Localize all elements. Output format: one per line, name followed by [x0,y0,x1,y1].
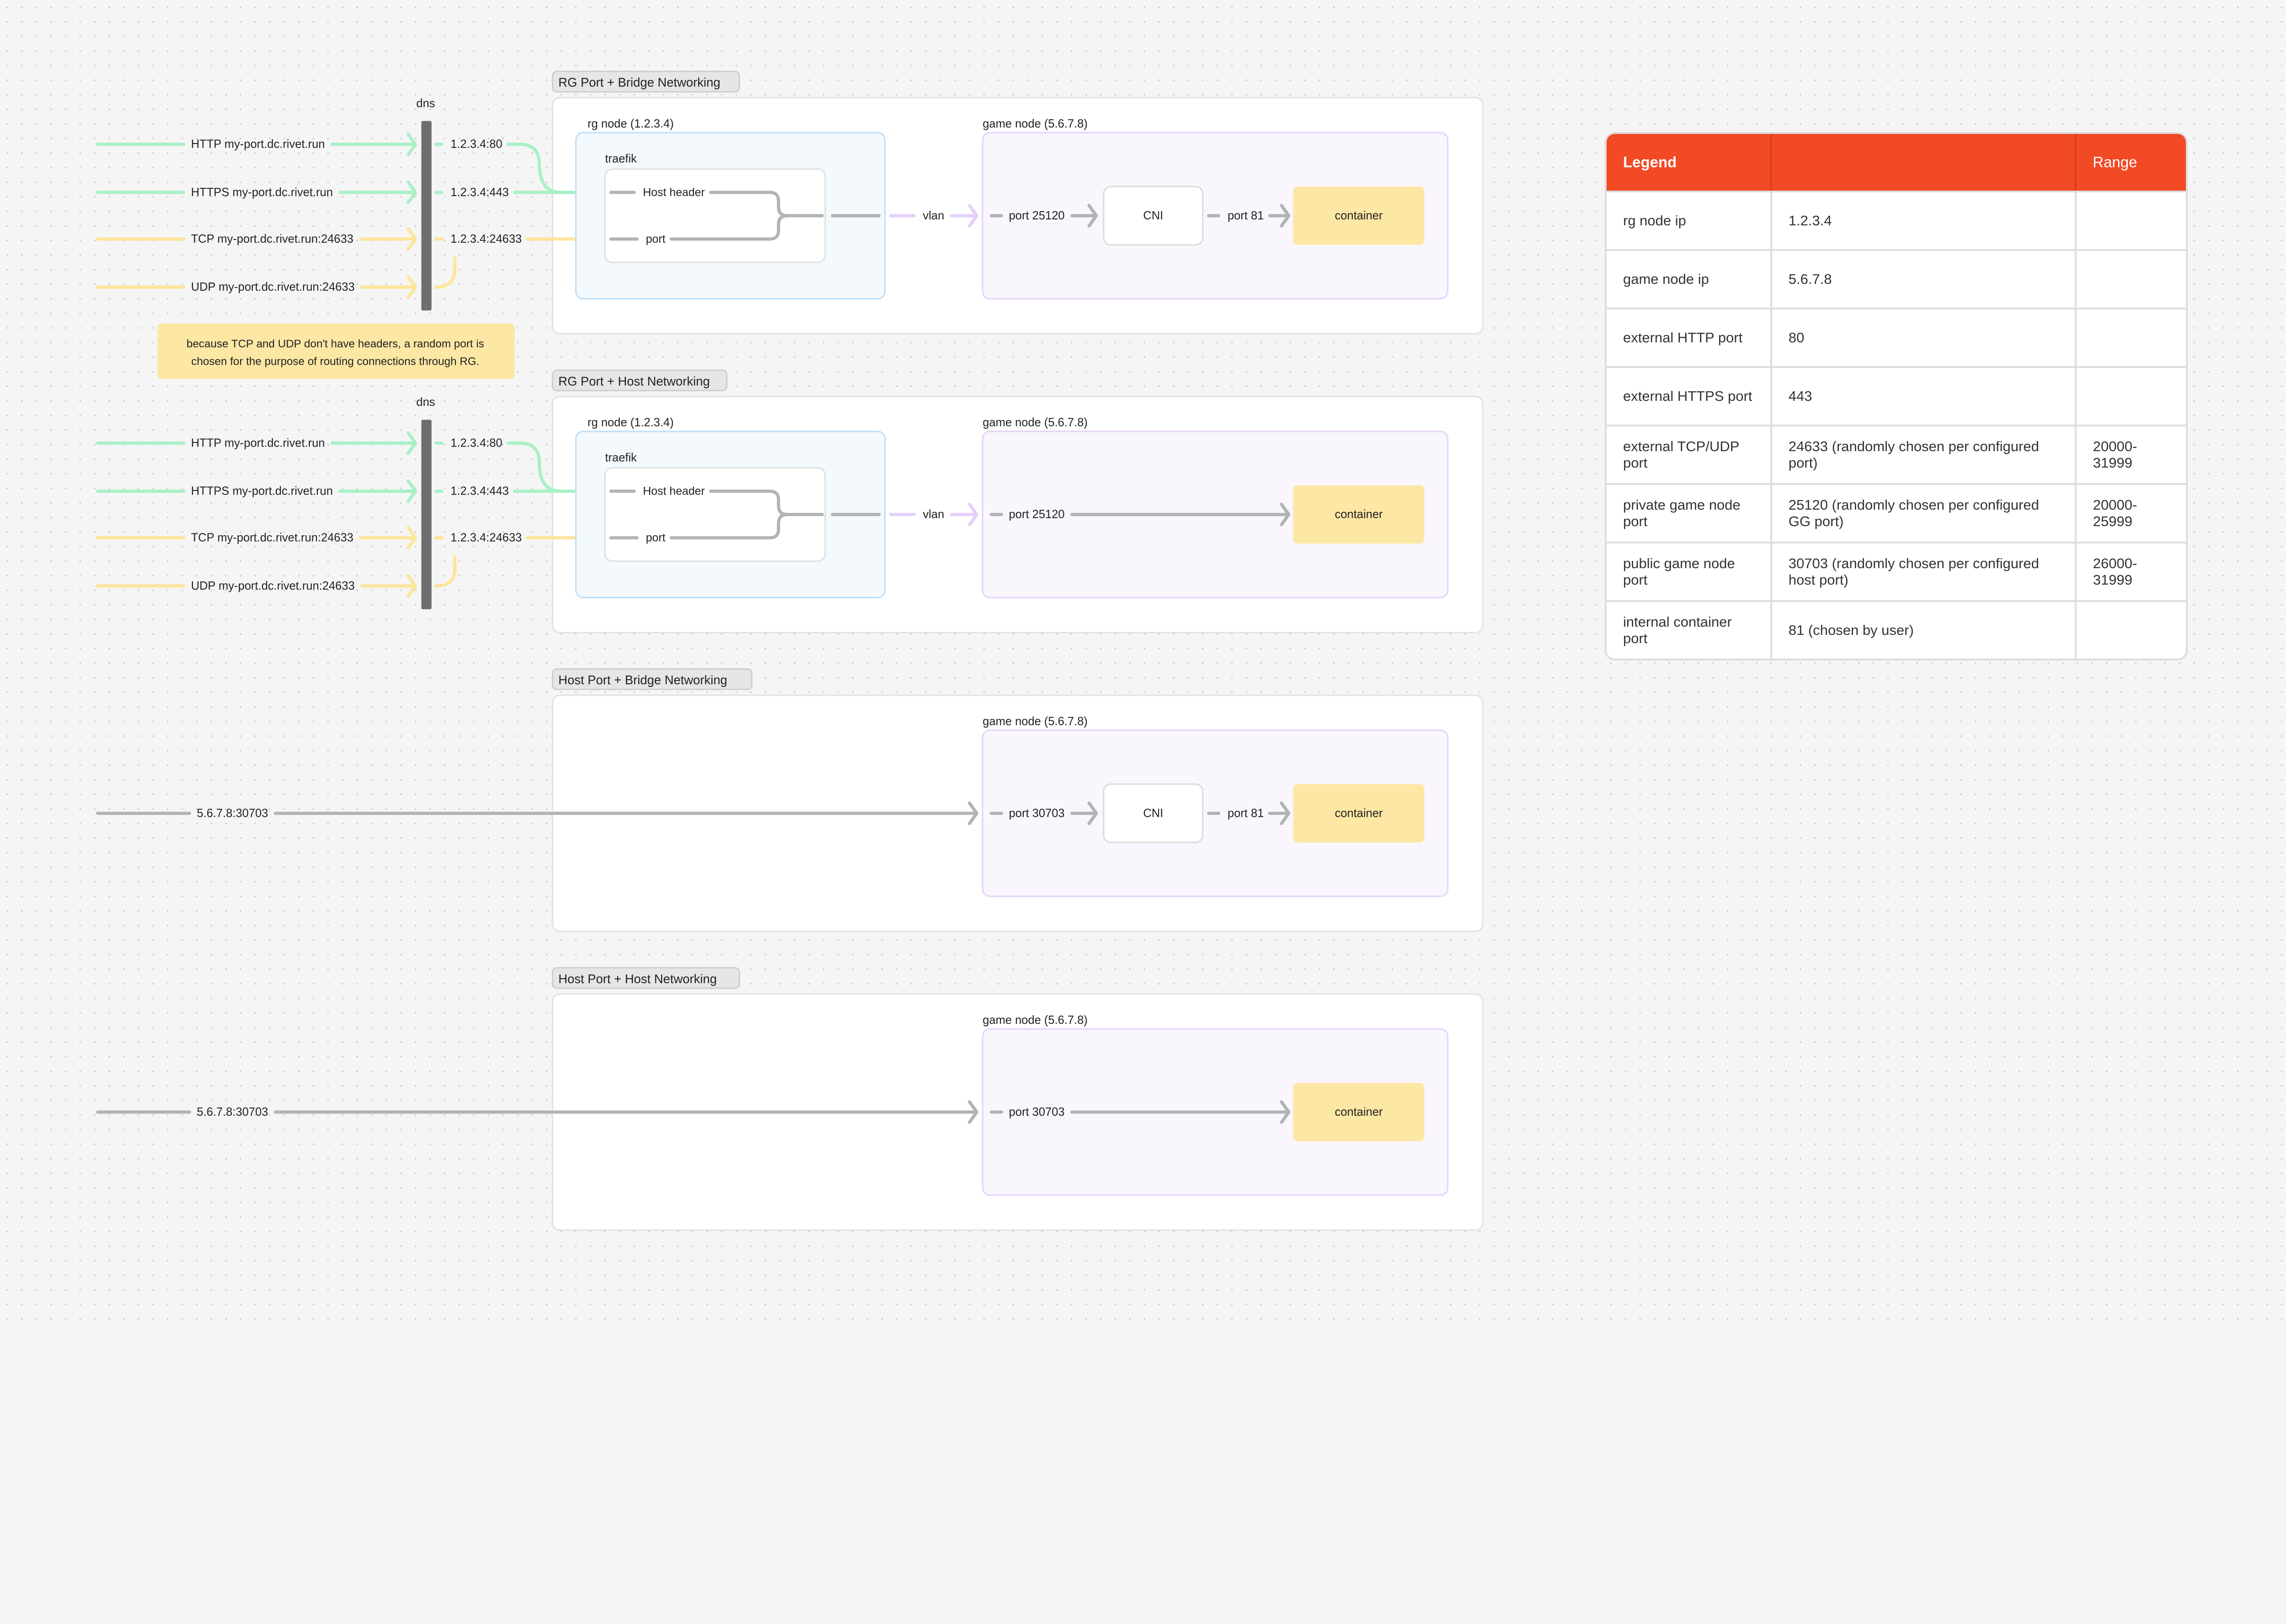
note-text: chosen for the purpose of routing connec… [191,355,479,367]
cni-label: CNI [1143,209,1163,222]
legend-cell: public game node port [1607,542,1772,601]
legend-cell: internal container port [1607,600,1772,659]
dns-label: dns [417,396,435,409]
note-text: because TCP and UDP don't have headers, … [187,338,484,350]
legend-cell: 30703 (randomly chosen per configured ho… [1771,542,2077,601]
legend-cell: 20000-31999 [2075,425,2186,484]
section-title: Host Port + Host Networking [558,972,717,986]
container-label: container [1335,508,1383,521]
node-port-label: port 30703 [1009,807,1065,820]
legend-cell [2075,191,2186,250]
legend-cell [2075,249,2186,309]
legend-row: game node ip 5.6.7.8 [1607,249,2186,309]
ip-label: 1.2.3.4:24633 [450,233,522,245]
legend-header-0: Legend [1607,134,1772,192]
legend-row: rg node ip 1.2.3.4 [1607,191,2186,250]
legend-cell: private game node port [1607,483,1772,543]
legend-row: private game node port 25120 (randomly ch… [1607,483,2186,543]
legend-cell: 25120 (randomly chosen per configured GG… [1771,483,2077,543]
container-label: container [1335,807,1383,820]
game-node-label: game node (5.6.7.8) [983,1014,1088,1027]
ip-label: 1.2.3.4:24633 [450,532,522,544]
legend-body: rg node ip 1.2.3.4 game node ip 5.6.7.8 exte… [1607,191,2186,659]
game-node-label: game node (5.6.7.8) [983,416,1088,429]
host-header-label: Host header [643,485,705,498]
container-label: container [1335,209,1383,222]
legend-row: internal container port 81 (chosen by use… [1607,600,2186,659]
legend-header-row: Legend Range [1607,134,2186,192]
legend-row: external TCP/UDP port 24633 (randomly cho… [1607,425,2186,484]
legend-cell: rg node ip [1607,191,1772,250]
traefik-label: traefik [605,153,637,165]
container-port-label: port 81 [1228,209,1264,222]
ip-label: 1.2.3.4:80 [450,138,502,151]
legend-row: external HTTP port 80 [1607,308,2186,367]
legend-cell: 20000-25999 [2075,483,2186,543]
direct-address-label: 5.6.7.8:30703 [197,1106,268,1118]
dns-bar [421,420,432,609]
request-label: TCP my-port.dc.rivet.run:24633 [191,233,353,245]
legend-row: public game node port 30703 (randomly cho… [1607,542,2186,601]
section-title: Host Port + Bridge Networking [558,673,727,687]
port-label: port [646,233,666,245]
traefik-label: traefik [605,451,637,464]
ip-label: 1.2.3.4:443 [450,485,509,498]
container-port-label: port 81 [1228,807,1264,820]
legend-cell [2075,366,2186,426]
node-port-label: port 25120 [1009,209,1065,222]
legend-header-2: Range [2075,134,2186,192]
legend-row: external HTTPS port 443 [1607,366,2186,426]
legend-cell: external TCP/UDP port [1607,425,1772,484]
rg-node-label: rg node (1.2.3.4) [588,117,674,130]
container-label: container [1335,1106,1383,1118]
direct-address-label: 5.6.7.8:30703 [197,807,268,820]
request-label: TCP my-port.dc.rivet.run:24633 [191,532,353,544]
request-label: HTTP my-port.dc.rivet.run [191,138,325,151]
legend-table: Legend Range rg node ip 1.2.3.4 game node i… [1605,132,2188,660]
legend-cell: 1.2.3.4 [1771,191,2077,250]
request-label: UDP my-port.dc.rivet.run:24633 [191,281,355,293]
ip-label: 1.2.3.4:443 [450,186,509,199]
host-header-label: Host header [643,186,705,199]
port-label: port [646,532,666,544]
note-box [157,323,515,379]
node-port-label: port 30703 [1009,1106,1065,1118]
cni-label: CNI [1143,807,1163,820]
request-label: HTTPS my-port.dc.rivet.run [191,485,333,498]
legend-cell: 80 [1771,308,2077,367]
request-label: HTTP my-port.dc.rivet.run [191,437,325,449]
section-title: RG Port + Bridge Networking [558,75,720,90]
game-node-label: game node (5.6.7.8) [983,715,1088,728]
legend-cell: external HTTPS port [1607,366,1772,426]
legend-cell: 443 [1771,366,2077,426]
dns-bar [421,121,432,311]
vlan-label: vlan [923,209,944,222]
ip-label: 1.2.3.4:80 [450,437,502,449]
legend-cell: 81 (chosen by user) [1771,600,2077,659]
legend-cell: 24633 (randomly chosen per configured po… [1771,425,2077,484]
legend-cell [2075,600,2186,659]
vlan-label: vlan [923,508,944,521]
node-port-label: port 25120 [1009,508,1065,521]
request-label: UDP my-port.dc.rivet.run:24633 [191,580,355,592]
legend-cell: 5.6.7.8 [1771,249,2077,309]
request-label: HTTPS my-port.dc.rivet.run [191,186,333,199]
legend-cell: game node ip [1607,249,1772,309]
legend-cell: 26000-31999 [2075,542,2186,601]
legend-header-1 [1771,134,2077,192]
legend-cell [2075,308,2186,367]
section-title: RG Port + Host Networking [558,374,710,388]
dns-label: dns [417,97,435,110]
game-node-label: game node (5.6.7.8) [983,117,1088,130]
legend-cell: external HTTP port [1607,308,1772,367]
rg-node-label: rg node (1.2.3.4) [588,416,674,429]
